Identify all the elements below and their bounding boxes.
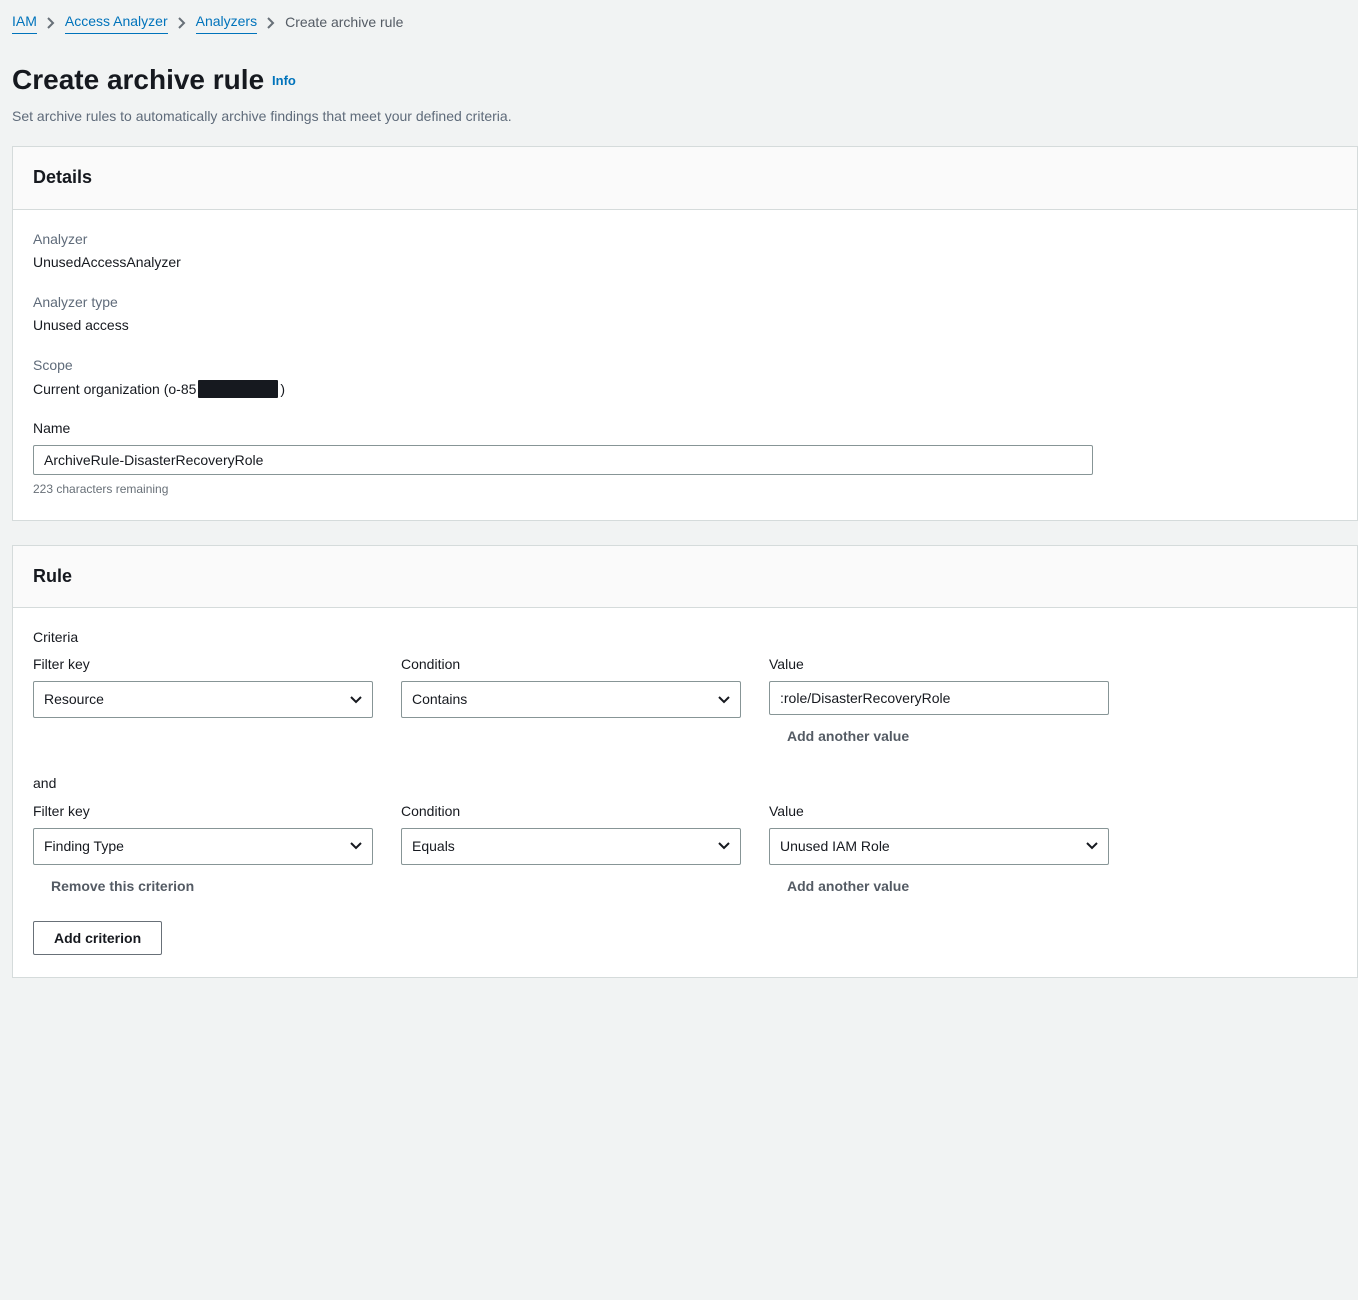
- condition-label: Condition: [401, 655, 741, 675]
- criteria-row: Filter key Finding Type Remove this crit…: [33, 802, 1337, 897]
- chevron-down-icon: [1086, 842, 1098, 850]
- add-criterion-button[interactable]: Add criterion: [33, 921, 162, 955]
- breadcrumb-iam[interactable]: IAM: [12, 12, 37, 34]
- info-link[interactable]: Info: [272, 73, 296, 88]
- name-input[interactable]: [33, 445, 1093, 475]
- add-another-value-link[interactable]: Add another value: [787, 727, 909, 747]
- and-label: and: [33, 774, 1337, 794]
- chevron-down-icon: [718, 696, 730, 704]
- scope-prefix: Current organization (o-85: [33, 380, 196, 400]
- page-title: Create archive rule: [12, 60, 264, 99]
- scope-suffix: ): [280, 380, 285, 400]
- filter-key-label: Filter key: [33, 802, 373, 822]
- filter-key-select[interactable]: Resource: [33, 681, 373, 719]
- value-label: Value: [769, 802, 1109, 822]
- condition-select[interactable]: Equals: [401, 828, 741, 866]
- condition-select[interactable]: Contains: [401, 681, 741, 719]
- rule-panel: Rule Criteria Filter key Resource Condit…: [12, 545, 1358, 978]
- chevron-down-icon: [718, 842, 730, 850]
- redacted-block: [198, 380, 278, 398]
- scope-value: Current organization (o-85 ): [33, 380, 285, 400]
- details-panel-title: Details: [13, 147, 1357, 209]
- value-label: Value: [769, 655, 1109, 675]
- name-hint: 223 characters remaining: [33, 481, 1337, 498]
- value-input[interactable]: [769, 681, 1109, 715]
- details-panel: Details Analyzer UnusedAccessAnalyzer An…: [12, 146, 1358, 520]
- analyzer-value: UnusedAccessAnalyzer: [33, 253, 1337, 273]
- analyzer-label: Analyzer: [33, 230, 1337, 250]
- breadcrumb: IAM Access Analyzer Analyzers Create arc…: [12, 8, 1358, 46]
- name-label: Name: [33, 419, 1337, 439]
- filter-key-select[interactable]: Finding Type: [33, 828, 373, 866]
- value-select-text: Unused IAM Role: [780, 838, 890, 854]
- condition-value: Equals: [412, 838, 455, 854]
- analyzer-type-label: Analyzer type: [33, 293, 1337, 313]
- criteria-label: Criteria: [33, 628, 1337, 648]
- filter-key-value: Finding Type: [44, 838, 124, 854]
- breadcrumb-current: Create archive rule: [285, 13, 403, 33]
- filter-key-label: Filter key: [33, 655, 373, 675]
- chevron-down-icon: [350, 842, 362, 850]
- value-select[interactable]: Unused IAM Role: [769, 828, 1109, 866]
- condition-value: Contains: [412, 691, 467, 707]
- chevron-right-icon: [47, 17, 55, 29]
- remove-criterion-link[interactable]: Remove this criterion: [51, 877, 194, 897]
- condition-label: Condition: [401, 802, 741, 822]
- breadcrumb-access-analyzer[interactable]: Access Analyzer: [65, 12, 168, 34]
- chevron-right-icon: [267, 17, 275, 29]
- filter-key-value: Resource: [44, 691, 104, 707]
- page-subtitle: Set archive rules to automatically archi…: [12, 107, 1358, 127]
- breadcrumb-analyzers[interactable]: Analyzers: [196, 12, 257, 34]
- chevron-down-icon: [350, 696, 362, 704]
- scope-label: Scope: [33, 356, 1337, 376]
- analyzer-type-value: Unused access: [33, 316, 1337, 336]
- chevron-right-icon: [178, 17, 186, 29]
- rule-panel-title: Rule: [13, 546, 1357, 608]
- criteria-row: Filter key Resource Condition Contains V…: [33, 655, 1337, 746]
- add-another-value-link[interactable]: Add another value: [787, 877, 909, 897]
